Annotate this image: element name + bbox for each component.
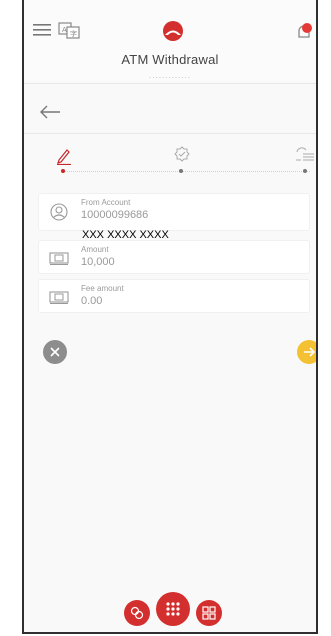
fee-amount-field: Fee amount 0.00	[38, 279, 310, 313]
from-account-label: From Account	[81, 198, 131, 207]
edit-step-icon	[54, 145, 74, 167]
amount-label: Amount	[81, 245, 109, 254]
amount-field[interactable]: Amount 10,000	[38, 240, 310, 274]
language-icon[interactable]: A字	[58, 21, 80, 39]
amount-value: 10,000	[81, 256, 115, 268]
verify-step-icon	[172, 145, 192, 165]
hamburger-menu-icon[interactable]	[32, 22, 52, 38]
qr-code-icon	[202, 606, 216, 620]
main-menu-button[interactable]	[156, 592, 190, 626]
from-account-field[interactable]: From Account 10000099686	[38, 193, 310, 231]
confirm-step-icon	[294, 145, 316, 165]
bank-logo-icon	[162, 20, 184, 42]
title-dots: .............	[149, 71, 191, 80]
from-account-value: 10000099686	[81, 209, 149, 221]
step-indicator-dots	[62, 171, 310, 173]
banknote-icon	[48, 249, 70, 267]
back-arrow-icon[interactable]	[38, 104, 62, 120]
grid-dots-icon	[166, 602, 180, 616]
next-button[interactable]	[297, 340, 316, 364]
transfer-button[interactable]	[124, 600, 150, 626]
step-dot-active	[61, 169, 65, 173]
header-divider	[24, 83, 316, 84]
step-dot-confirm	[303, 169, 307, 173]
cancel-button[interactable]	[43, 340, 67, 364]
qr-button[interactable]	[196, 600, 222, 626]
back-divider	[24, 133, 316, 134]
bottom-nav	[24, 586, 316, 632]
banknote-icon	[48, 288, 70, 306]
step-dot-verify	[179, 169, 183, 173]
exchange-icon	[130, 606, 144, 620]
phone-frame: A字 ATM Withdrawal ............. From Acc	[22, 0, 318, 634]
top-bar: A字 ATM Withdrawal .............	[24, 0, 316, 82]
page-title: ATM Withdrawal	[121, 52, 219, 67]
fee-amount-label: Fee amount	[81, 284, 124, 293]
fee-amount-value: 0.00	[81, 295, 103, 307]
svg-text:字: 字	[70, 29, 77, 38]
svg-text:A: A	[62, 26, 67, 34]
notification-bell-icon[interactable]	[294, 22, 314, 42]
close-icon	[50, 347, 60, 357]
arrow-right-icon	[304, 347, 315, 357]
user-icon	[49, 202, 69, 222]
